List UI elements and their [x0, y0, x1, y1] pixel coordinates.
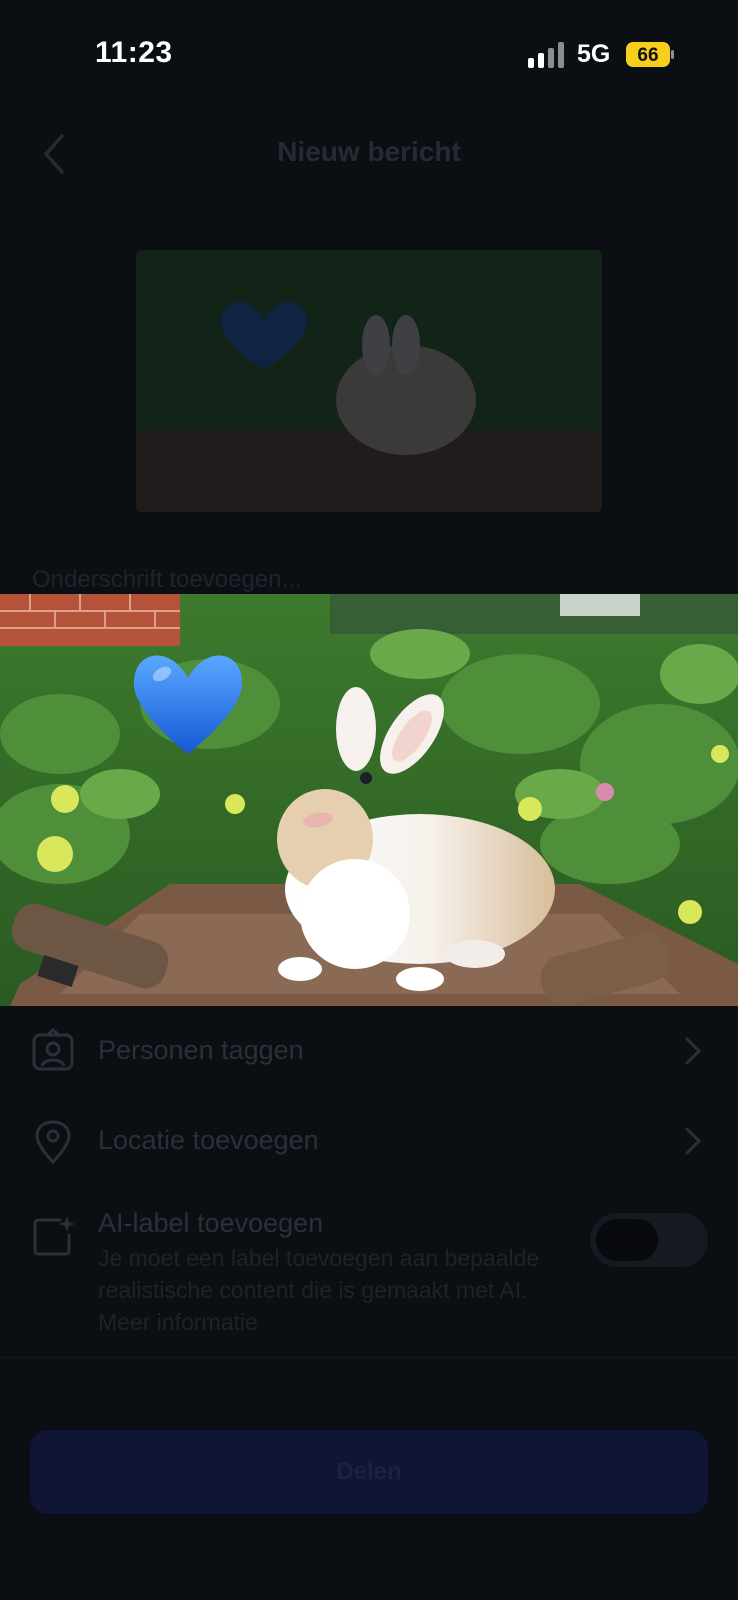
selected-photo[interactable] — [0, 594, 738, 1006]
toggle-knob — [596, 1219, 658, 1261]
caption-input[interactable]: Onderschrift toevoegen... — [32, 566, 301, 594]
chevron-right-icon — [685, 1127, 702, 1155]
status-time: 11:23 — [95, 36, 173, 69]
divider — [0, 1356, 738, 1359]
share-button[interactable]: Delen — [30, 1430, 708, 1514]
network-type: 5G — [577, 40, 611, 68]
add-location-option[interactable]: Locatie toevoegen — [98, 1125, 319, 1156]
page-title: Nieuw bericht — [277, 136, 461, 167]
person-tag-icon — [32, 1028, 74, 1071]
tag-people-option[interactable]: Personen taggen — [98, 1035, 304, 1066]
battery-icon: 66 — [626, 42, 674, 67]
ai-sparkle-icon — [33, 1216, 75, 1256]
ai-label-description: Je moet een label toevoegen aan bepaalde… — [98, 1245, 540, 1335]
ai-label-toggle[interactable] — [590, 1213, 708, 1267]
post-thumbnail[interactable] — [136, 250, 602, 512]
ai-label-title: AI-label toevoegen — [98, 1208, 324, 1238]
battery-level: 66 — [637, 45, 658, 66]
location-pin-icon — [35, 1120, 71, 1164]
chevron-right-icon — [685, 1037, 702, 1065]
signal-strength-icon — [528, 42, 564, 68]
